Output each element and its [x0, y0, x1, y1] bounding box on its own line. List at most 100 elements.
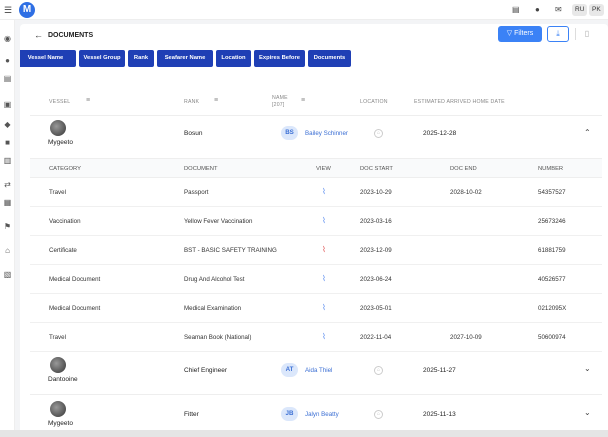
col-rank[interactable]: RANK — [184, 99, 199, 105]
doc-category: Medical Document — [49, 305, 101, 312]
location-icon[interactable]: ⌂ — [374, 366, 383, 375]
col-number: NUMBER — [538, 166, 564, 172]
chip-vessel-group[interactable]: Vessel Group — [79, 50, 125, 67]
clipboard-list-icon[interactable]: ▤ — [3, 74, 12, 83]
doc-category: Medical Document — [49, 276, 101, 283]
sort-icon[interactable]: ≡ — [301, 97, 305, 104]
doc-number: 54357527 — [538, 189, 566, 196]
vessel-name: Mygeeto — [48, 420, 73, 427]
table-row[interactable]: Mygeeto Bosun BS Bailey Schinner ⌂ 2025-… — [30, 116, 602, 156]
doc-name: Drug And Alcohol Test — [184, 276, 245, 283]
flag-icon[interactable]: ⚑ — [3, 222, 12, 231]
seafarer-name[interactable]: Bailey Schinner — [305, 130, 348, 137]
doc-name: Yellow Fever Vaccination — [184, 218, 253, 225]
doc-number: 50600974 — [538, 334, 566, 341]
doc-number: 40526577 — [538, 276, 566, 283]
clipboard-icon[interactable]: ▤ — [512, 5, 520, 14]
rank: Bosun — [184, 130, 203, 137]
paperclip-icon[interactable]: ⌇ — [322, 187, 326, 196]
paperclip-icon[interactable]: ⌇ — [322, 274, 326, 283]
seafarer-initials: JB — [281, 407, 298, 421]
chevron-down-icon[interactable]: ⌄ — [584, 364, 591, 373]
doc-name: Seaman Book (National) — [184, 334, 252, 341]
horizontal-scrollbar[interactable] — [0, 430, 608, 437]
seafarer-name[interactable]: Jalyn Beatty — [305, 411, 339, 418]
chip-expires-before[interactable]: Expires Before — [254, 50, 305, 67]
document-row: Medical Document Medical Examination ⌇ 2… — [30, 294, 602, 323]
doc-category: Travel — [49, 189, 66, 196]
doc-number: 25673246 — [538, 218, 566, 225]
inbox-icon[interactable]: ▣ — [3, 100, 12, 109]
vessel-name: Dantooine — [48, 376, 78, 383]
doc-end: 2027-10-09 — [450, 334, 482, 341]
sync-icon[interactable]: ⇄ — [3, 180, 12, 189]
paperclip-icon[interactable]: ⌇ — [322, 303, 326, 312]
briefcase-icon[interactable]: ■ — [3, 138, 12, 147]
paperclip-icon[interactable]: ⌇ — [322, 245, 326, 254]
table-row[interactable]: Dantooine Chief Engineer AT Aida Thiel ⌂… — [30, 352, 602, 392]
col-name-count: [207] — [272, 102, 285, 108]
home-icon[interactable]: ⌂ — [3, 246, 12, 255]
language-pk[interactable]: PK — [589, 4, 604, 16]
app-logo[interactable]: M — [19, 2, 35, 18]
document-export-icon[interactable]: ▯ — [580, 26, 594, 42]
doc-number: 0212095X — [538, 305, 567, 312]
col-vessel[interactable]: VESSEL — [49, 99, 70, 105]
document-row: Travel Seaman Book (National) ⌇ 2022-11-… — [30, 323, 602, 352]
chevron-up-icon[interactable]: ⌃ — [584, 128, 591, 137]
sort-icon[interactable]: ≡ — [86, 97, 90, 104]
col-category: CATEGORY — [49, 166, 81, 172]
location-icon[interactable]: ⌂ — [374, 410, 383, 419]
documents-card: ← DOCUMENTS ▽ Filters ⤓ ▯ Vessel Name Ve… — [20, 24, 608, 437]
filter-icon: ▽ — [506, 30, 513, 37]
top-bar: ☰ M ▤ ● ✉ RU PK — [0, 0, 608, 20]
back-arrow-icon[interactable]: ← — [34, 30, 43, 40]
documents-header: CATEGORY DOCUMENT VIEW DOC START DOC END… — [30, 158, 602, 178]
col-location[interactable]: LOCATION — [360, 99, 388, 105]
col-view: VIEW — [316, 166, 331, 172]
chip-rank[interactable]: Rank — [128, 50, 154, 67]
seafarer-name[interactable]: Aida Thiel — [305, 367, 332, 374]
user-icon[interactable]: ● — [3, 56, 12, 65]
location-icon[interactable]: ⌂ — [374, 129, 383, 138]
col-doc-end: DOC END — [450, 166, 477, 172]
hamburger-menu-icon[interactable]: ☰ — [4, 5, 12, 16]
paperclip-icon[interactable]: ⌇ — [322, 216, 326, 225]
chip-documents[interactable]: Documents — [308, 50, 351, 67]
doc-category: Vaccination — [49, 218, 81, 225]
chip-seafarer-name[interactable]: Seafarer Name — [157, 50, 213, 67]
col-eta[interactable]: ESTIMATED ARRIVED HOME DATE — [414, 99, 505, 105]
mail-icon[interactable]: ✉ — [555, 5, 562, 14]
paperclip-icon[interactable]: ⌇ — [322, 332, 326, 341]
chevron-down-icon[interactable]: ⌄ — [584, 408, 591, 417]
table-header: VESSEL ≡ RANK ≡ NAME [207] ≡ LOCATION ES… — [30, 88, 602, 116]
doc-name: BST - BASIC SAFETY TRAINING — [184, 247, 277, 254]
users-icon[interactable]: ◆ — [3, 120, 12, 129]
doc-category: Certificate — [49, 247, 77, 254]
doc-start: 2023-10-29 — [360, 189, 392, 196]
sidebar: ◉ ● ▤ ▣ ◆ ■ ▥ ⇄ ▦ ⚑ ⌂ ▧ — [0, 20, 15, 437]
eta-date: 2025-11-13 — [423, 411, 456, 418]
document-row: Certificate BST - BASIC SAFETY TRAINING … — [30, 236, 602, 265]
document-row: Travel Passport ⌇ 2023-10-29 2028-10-02 … — [30, 178, 602, 207]
doc-number: 61881759 — [538, 247, 566, 254]
calendar-icon[interactable]: ▦ — [3, 198, 12, 207]
checklist-icon[interactable]: ▧ — [3, 270, 12, 279]
page-title: DOCUMENTS — [48, 32, 94, 39]
eye-icon[interactable]: ◉ — [3, 34, 12, 43]
doc-end: 2028-10-02 — [450, 189, 482, 196]
col-doc-start: DOC START — [360, 166, 393, 172]
bell-icon[interactable]: ● — [535, 5, 540, 14]
download-button[interactable]: ⤓ — [547, 26, 569, 42]
doc-start: 2023-06-24 — [360, 276, 392, 283]
col-name[interactable]: NAME — [272, 95, 288, 101]
col-document: DOCUMENT — [184, 166, 218, 172]
document-icon[interactable]: ▥ — [3, 156, 12, 165]
filters-button[interactable]: ▽ Filters — [498, 26, 542, 42]
chip-location[interactable]: Location — [216, 50, 251, 67]
download-icon: ⤓ — [556, 29, 560, 38]
sort-icon[interactable]: ≡ — [214, 97, 218, 104]
chip-vessel-name[interactable]: Vessel Name — [20, 50, 76, 67]
language-ru[interactable]: RU — [572, 4, 588, 16]
vessel-avatar — [50, 357, 66, 373]
